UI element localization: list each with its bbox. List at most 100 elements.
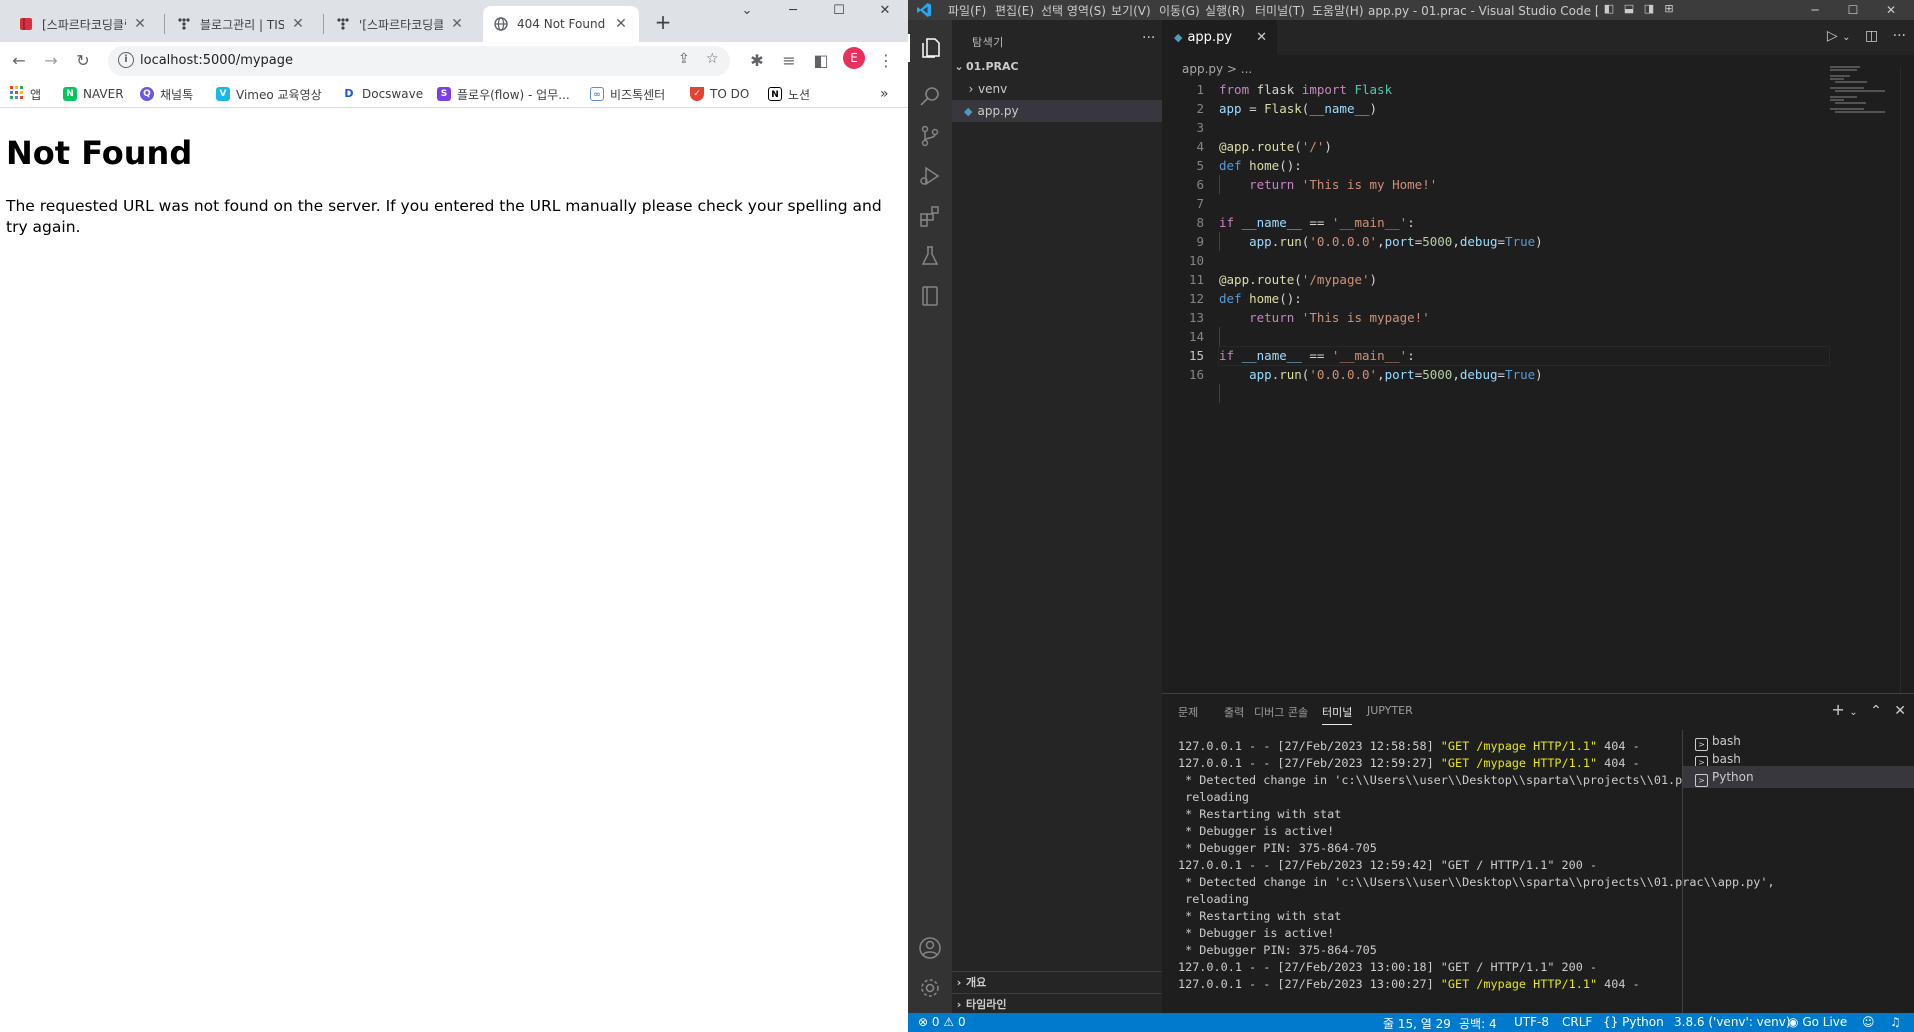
code-line[interactable]: 10 (1162, 251, 1914, 270)
code-line[interactable]: 14 (1162, 327, 1914, 346)
layout-sidebar-icon[interactable]: ◧ (1602, 2, 1616, 16)
close-icon[interactable]: ✕ (1256, 30, 1267, 45)
chevron-down-icon[interactable]: ⌄ (1849, 707, 1857, 718)
avatar[interactable]: E (843, 47, 865, 69)
tab-search-icon[interactable]: ⌄ (724, 0, 770, 22)
menu-view[interactable]: 보기(V) (1111, 2, 1151, 19)
browser-tab-1[interactable]: [스파르타코딩클럽 ✕ (8, 6, 158, 42)
source-control-icon[interactable] (916, 122, 944, 150)
reload-icon[interactable]: ↻ (72, 50, 94, 72)
code-line[interactable]: 3 (1162, 118, 1914, 137)
menu-selection[interactable]: 선택 영역(S) (1041, 2, 1106, 19)
layout-custom-icon[interactable]: ⊞ (1662, 2, 1676, 16)
maximize-icon[interactable]: ☐ (816, 0, 862, 22)
folder-venv[interactable]: › venv (952, 78, 1162, 100)
reading-list-icon[interactable]: ≡ (778, 50, 800, 72)
timeline-section[interactable]: › 타임라인 (952, 993, 1162, 1015)
bell-icon[interactable]: ♫ (1890, 1015, 1901, 1029)
more-actions-icon[interactable]: ··· (1142, 30, 1155, 46)
layout-secondary-icon[interactable]: ◨ (1642, 2, 1656, 16)
code-line[interactable]: 16 app.run('0.0.0.0',port=5000,debug=Tru… (1162, 365, 1914, 384)
url-text[interactable]: localhost:5000/mypage (140, 53, 293, 68)
more-actions-icon[interactable]: ··· (1893, 28, 1906, 44)
run-file-icon[interactable]: ▷ (1827, 28, 1838, 44)
code-line[interactable]: 13 return 'This is mypage!' (1162, 308, 1914, 327)
vertical-scrollbar[interactable] (1900, 66, 1914, 693)
maximize-panel-icon[interactable]: ⌃ (1870, 703, 1882, 719)
code-line[interactable]: 2 app = Flask(__name__) (1162, 99, 1914, 118)
close-panel-icon[interactable]: ✕ (1894, 703, 1906, 719)
code-line[interactable]: 15 if __name__ == '__main__': (1162, 346, 1914, 366)
minimap[interactable] (1830, 66, 1900, 126)
new-terminal-icon[interactable]: + (1831, 700, 1844, 719)
extensions-icon[interactable]: ✱ (746, 50, 768, 72)
file-app-py[interactable]: ◆ app.py (952, 100, 1162, 122)
account-icon[interactable] (916, 934, 944, 962)
code-line[interactable]: 1 from flask import Flask (1162, 80, 1914, 99)
minimize-icon[interactable]: ─ (770, 0, 816, 22)
close-window-icon[interactable]: ✕ (1872, 0, 1910, 20)
tab-debug-console[interactable]: 디버그 콘솔 (1254, 704, 1308, 720)
tab-output[interactable]: 출력 (1224, 704, 1244, 720)
tab-problems[interactable]: 문제 (1178, 704, 1198, 720)
share-icon[interactable]: ⇪ (678, 51, 690, 67)
cursor-position[interactable]: 줄 15, 열 29 (1383, 1015, 1451, 1032)
tab-terminal[interactable]: 터미널 (1322, 704, 1353, 725)
outline-section[interactable]: › 개요 (952, 971, 1162, 993)
code-line[interactable]: 11 @app.route('/mypage') (1162, 270, 1914, 289)
menu-file[interactable]: 파일(F) (948, 2, 986, 19)
bookmark-naver[interactable]: N NAVER (63, 85, 124, 103)
menu-go[interactable]: 이동(G) (1159, 2, 1200, 19)
terminal-item-python[interactable]: > Python (1683, 766, 1914, 788)
code-line[interactable]: 8 if __name__ == '__main__': (1162, 213, 1914, 232)
problems-status[interactable]: ⊗ 0 ⚠ 0 (918, 1015, 966, 1029)
gear-icon[interactable] (916, 974, 944, 1002)
maximize-icon[interactable]: ☐ (1834, 0, 1872, 20)
bookmark-channeltalk[interactable]: Q 채널톡 (140, 85, 193, 103)
bookmark-vimeo[interactable]: V Vimeo 교육영상 (216, 85, 322, 103)
kebab-menu-icon[interactable]: ⋮ (875, 50, 897, 72)
bookmark-flow[interactable]: S 플로우(flow) - 업무... (437, 85, 570, 103)
code-line[interactable]: 7 (1162, 194, 1914, 213)
notebook-icon[interactable] (916, 282, 944, 310)
extensions-icon[interactable] (916, 202, 944, 230)
close-icon[interactable]: ✕ (290, 16, 306, 32)
code-line[interactable]: 6 return 'This is my Home!' (1162, 175, 1914, 194)
browser-tab-3[interactable]: '[스파르타코딩클 ✕ (325, 6, 475, 42)
bookmark-biztalk[interactable]: ∞ 비즈톡센터 (590, 85, 665, 103)
run-debug-icon[interactable] (916, 162, 944, 190)
close-icon[interactable]: ✕ (613, 16, 629, 32)
testing-icon[interactable] (916, 242, 944, 270)
forward-icon[interactable]: → (40, 50, 62, 72)
chevron-down-icon[interactable]: ⌄ (1842, 32, 1850, 43)
close-icon[interactable]: ✕ (132, 16, 148, 32)
go-live-button[interactable]: ◉ Go Live (1788, 1015, 1847, 1029)
bookmark-todo[interactable]: ✓ TO DO (690, 85, 749, 103)
bookmark-notion[interactable]: N 노션 (768, 85, 810, 103)
more-bookmarks-icon[interactable]: » (880, 85, 889, 103)
code-line[interactable]: 9 app.run('0.0.0.0',port=5000,debug=True… (1162, 232, 1914, 251)
tab-jupyter[interactable]: JUPYTER (1367, 704, 1413, 717)
browser-tab-active[interactable]: 404 Not Found ✕ (483, 6, 639, 42)
bookmark-docswave[interactable]: D Docswave (342, 85, 423, 103)
split-editor-icon[interactable]: ◫ (1865, 28, 1878, 44)
folder-root[interactable]: ⌄ 01.PRAC (952, 56, 1162, 78)
address-bar[interactable]: i localhost:5000/mypage ⇪ ☆ (108, 46, 730, 76)
language-mode[interactable]: {} Python (1603, 1015, 1664, 1029)
close-window-icon[interactable]: ✕ (862, 0, 908, 22)
back-icon[interactable]: ← (8, 50, 30, 72)
code-line[interactable]: 12 def home(): (1162, 289, 1914, 308)
code-line[interactable]: 4 @app.route('/') (1162, 137, 1914, 156)
browser-tab-2[interactable]: 블로그관리 | TIST ✕ (166, 6, 316, 42)
search-icon[interactable] (916, 82, 944, 110)
menu-run[interactable]: 실행(R) (1205, 2, 1245, 19)
code-editor[interactable]: 1 from flask import Flask 2 app = Flask(__n… (1162, 80, 1914, 403)
close-icon[interactable]: ✕ (449, 16, 465, 32)
menu-terminal[interactable]: 터미널(T) (1255, 2, 1305, 19)
python-interpreter[interactable]: 3.8.6 ('venv': venv) (1674, 1015, 1791, 1029)
line-ending[interactable]: CRLF (1562, 1015, 1592, 1029)
new-tab-button[interactable]: + (651, 10, 675, 34)
menu-help[interactable]: 도움말(H) (1312, 2, 1364, 19)
info-icon[interactable]: i (118, 52, 134, 68)
terminal-output[interactable]: 127.0.0.1 - - [27/Feb/2023 12:58:58] "GE… (1178, 738, 1775, 993)
